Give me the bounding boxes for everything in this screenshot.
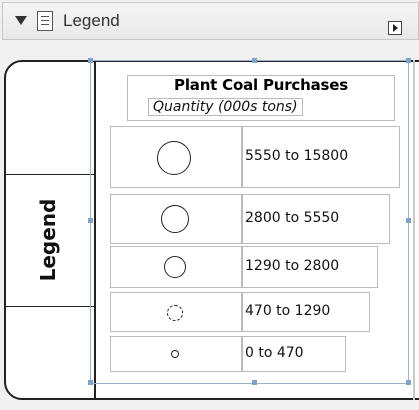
legend-panel: Legend Legend Plant Coal Purchases Quant… (0, 0, 419, 410)
legend-row-label: 2800 to 5550 (245, 210, 340, 226)
expand-button[interactable] (388, 21, 402, 35)
resize-handle[interactable] (406, 58, 411, 63)
legend-row-label-cell[interactable]: 1290 to 2800 (242, 246, 378, 288)
legend-row-symbol-cell[interactable] (110, 126, 242, 188)
right-edge (413, 60, 415, 400)
medium-large-circle-icon (161, 205, 189, 233)
legend-title: Plant Coal Purchases (174, 76, 348, 94)
legend-row-label: 470 to 1290 (245, 303, 331, 319)
legend-row-symbol-cell[interactable] (110, 246, 242, 288)
legend-list-icon (37, 11, 53, 31)
side-tab-divider-bottom (4, 306, 96, 307)
resize-handle[interactable] (406, 380, 411, 385)
resize-handle[interactable] (252, 380, 257, 385)
resize-handle[interactable] (88, 218, 93, 223)
legend-row-label: 5550 to 15800 (245, 148, 349, 164)
legend-row-label-cell[interactable]: 2800 to 5550 (242, 194, 390, 244)
legend-row-label-cell[interactable]: 0 to 470 (242, 336, 346, 372)
legend-row-symbol-cell[interactable] (110, 194, 242, 244)
small-circle-icon (167, 305, 183, 321)
legend-row-symbol-cell[interactable] (110, 292, 242, 332)
resize-handle[interactable] (88, 380, 93, 385)
legend-subtitle[interactable]: Quantity (000s tons) (148, 98, 303, 116)
tiny-circle-icon (171, 350, 179, 358)
large-circle-icon (157, 141, 191, 175)
legend-row-symbol-cell[interactable] (110, 336, 242, 372)
legend-row-label-cell[interactable]: 470 to 1290 (242, 292, 370, 332)
legend-header-bar[interactable]: Legend (2, 2, 419, 40)
resize-handle[interactable] (252, 58, 257, 63)
medium-circle-icon (164, 256, 186, 278)
legend-row-label: 0 to 470 (245, 345, 304, 361)
legend-row-label: 1290 to 2800 (245, 258, 340, 274)
header-title: Legend (63, 11, 120, 30)
side-tab-label: Legend (36, 198, 60, 282)
legend-row-label-cell[interactable]: 5550 to 15800 (242, 126, 400, 188)
side-tab-divider-top (4, 174, 96, 175)
collapse-arrow-icon[interactable] (15, 16, 27, 25)
resize-handle[interactable] (406, 218, 411, 223)
resize-handle[interactable] (88, 58, 93, 63)
